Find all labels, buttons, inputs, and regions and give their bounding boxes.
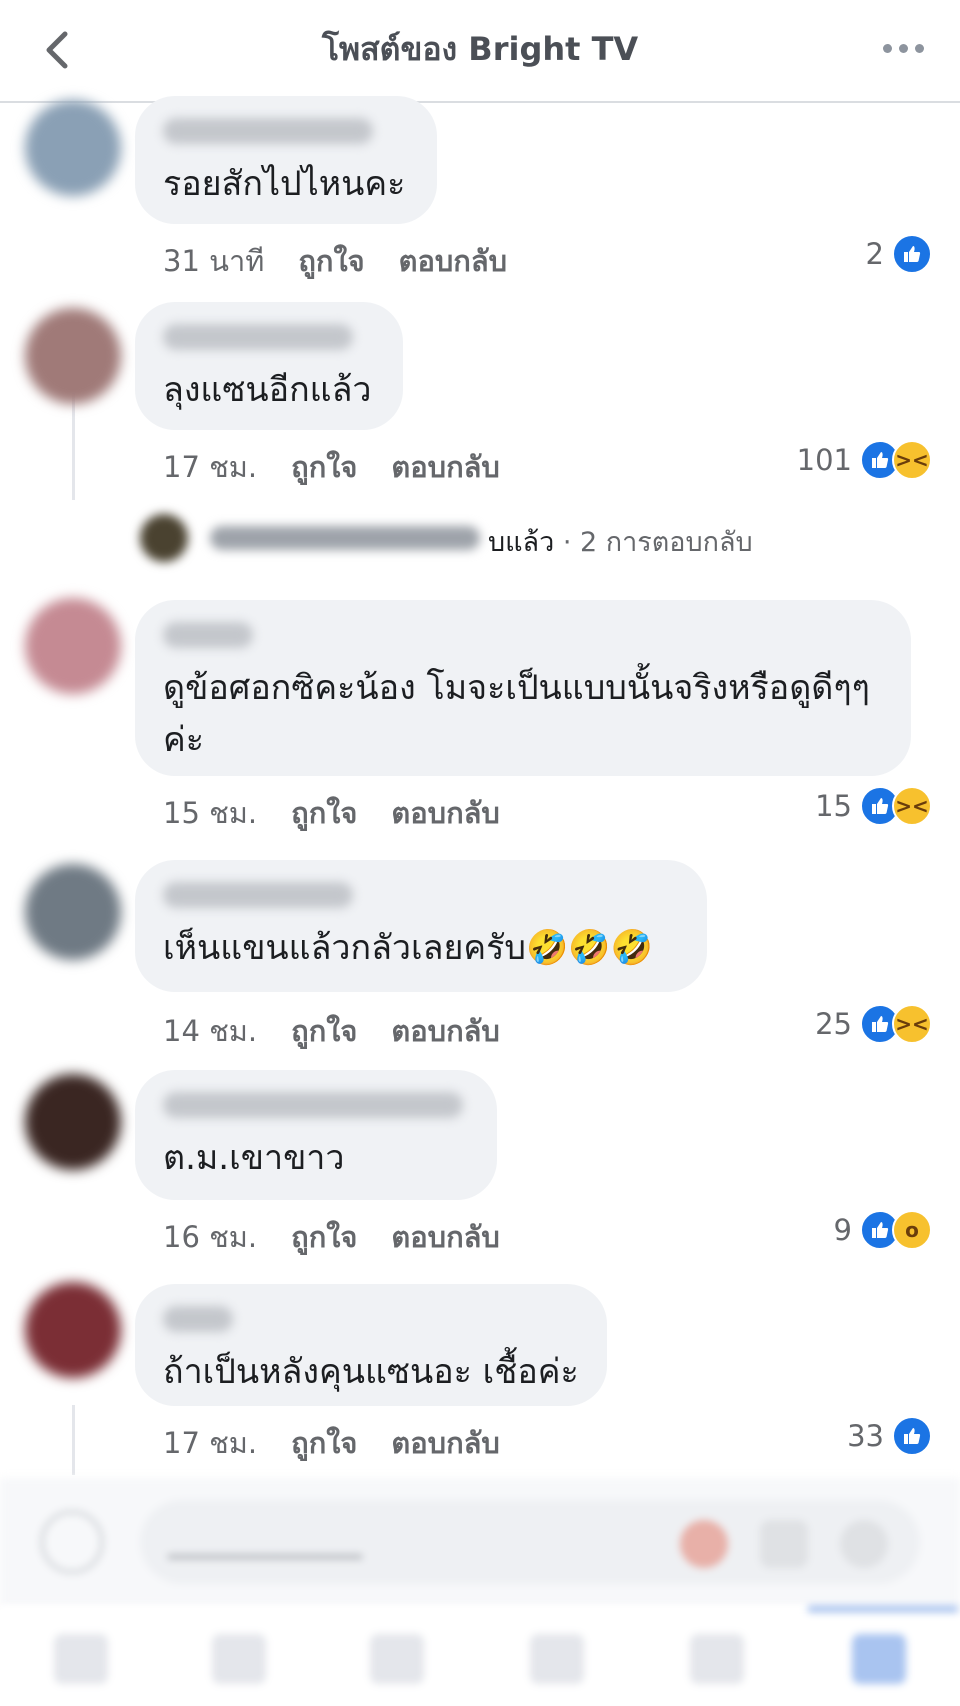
- author-name[interactable]: [163, 324, 353, 350]
- reply-avatar: [140, 514, 188, 562]
- comment-composer: ▁▁▁▁▁▁▁▁▁: [0, 1478, 960, 1606]
- comment-bubble[interactable]: ต.ม.เขาขาว: [135, 1070, 497, 1200]
- avatar[interactable]: [25, 598, 121, 694]
- home-icon[interactable]: [54, 1634, 108, 1684]
- author-name[interactable]: [163, 1092, 463, 1118]
- author-name[interactable]: [163, 118, 373, 144]
- comment-bubble[interactable]: เห็นแขนแล้วกลัวเลยครับ🤣🤣🤣: [135, 860, 707, 992]
- like-action[interactable]: ถูกใจ: [291, 444, 357, 490]
- laughing-face-icon: ><: [892, 440, 932, 480]
- laughing-face-icon: ><: [892, 786, 932, 826]
- avatar-sticker-icon[interactable]: [680, 1520, 728, 1568]
- like-action[interactable]: ถูกใจ: [291, 1420, 357, 1466]
- comment-text: ถ้าเป็นหลังคุนแซนอะ เชื้อค่ะ: [163, 1352, 579, 1392]
- page-title: โพสต์ของ Bright TV: [321, 30, 639, 68]
- reaction-count: 9: [833, 1213, 852, 1247]
- replies-preview[interactable]: บแล้ว · 2 การตอบกลับ: [140, 510, 840, 566]
- comment-time: 14 ชม.: [163, 1014, 258, 1048]
- comment-bubble[interactable]: ลุงแซนอีกแล้ว: [135, 302, 403, 430]
- avatar[interactable]: [25, 308, 121, 404]
- author-name[interactable]: [163, 622, 253, 648]
- reply-action[interactable]: ตอบกลับ: [391, 444, 499, 490]
- like-action[interactable]: ถูกใจ: [291, 1214, 357, 1260]
- comment-meta: 15 ชม. ถูกใจ ตอบกลับ: [163, 790, 500, 836]
- reaction-summary[interactable]: 9 o: [834, 1210, 932, 1250]
- comment-time: 31 นาที: [163, 244, 265, 278]
- comment-text: ดูข้อศอกซิคะน้อง โมจะเป็นแบบนั้นจริงหรือ…: [163, 668, 870, 760]
- thread-line: [72, 1405, 75, 1475]
- comment-bubble[interactable]: รอยสักไปไหนคะ: [135, 96, 437, 224]
- reaction-count: 33: [847, 1419, 884, 1453]
- reply-count: · 2 การตอบกลับ: [554, 527, 753, 558]
- author-name[interactable]: [163, 1306, 233, 1332]
- reply-preview-text: บแล้ว: [488, 527, 555, 558]
- top-bar: โพสต์ของ Bright TV: [0, 0, 960, 103]
- avatar[interactable]: [25, 864, 121, 960]
- avatar[interactable]: [25, 1282, 121, 1378]
- laughing-face-icon: ><: [892, 1004, 932, 1044]
- comment-input[interactable]: ▁▁▁▁▁▁▁▁▁: [140, 1500, 920, 1584]
- like-action[interactable]: ถูกใจ: [298, 238, 364, 284]
- avatar[interactable]: [25, 1074, 121, 1170]
- reaction-count: 25: [815, 1007, 852, 1041]
- menu-icon[interactable]: [852, 1634, 906, 1684]
- bottom-tab-bar: [0, 1606, 960, 1706]
- comment-meta: 16 ชม. ถูกใจ ตอบกลับ: [163, 1214, 500, 1260]
- active-tab-indicator: [808, 1606, 958, 1612]
- gif-icon[interactable]: [760, 1520, 808, 1568]
- comment-time: 17 ชม.: [163, 450, 258, 484]
- comment-bubble[interactable]: ดูข้อศอกซิคะน้อง โมจะเป็นแบบนั้นจริงหรือ…: [135, 600, 911, 776]
- reaction-summary[interactable]: 25 ><: [815, 1004, 932, 1044]
- like-action[interactable]: ถูกใจ: [291, 790, 357, 836]
- comment-text: เห็นแขนแล้วกลัวเลยครับ🤣🤣🤣: [163, 928, 653, 968]
- camera-icon[interactable]: [40, 1510, 104, 1574]
- comment-text: รอยสักไปไหนคะ: [163, 164, 406, 204]
- comment-bubble[interactable]: ถ้าเป็นหลังคุนแซนอะ เชื้อค่ะ: [135, 1284, 607, 1406]
- author-name[interactable]: [163, 882, 353, 908]
- reaction-summary[interactable]: 33: [847, 1416, 932, 1456]
- reaction-count: 2: [865, 237, 884, 271]
- comment-time: 15 ชม.: [163, 796, 258, 830]
- avatar[interactable]: [25, 100, 121, 196]
- reply-author: [210, 526, 480, 550]
- reply-action[interactable]: ตอบกลับ: [391, 1008, 499, 1054]
- reply-action[interactable]: ตอบกลับ: [391, 1420, 499, 1466]
- more-dots-icon: [882, 43, 892, 53]
- comment-meta: 31 นาที ถูกใจ ตอบกลับ: [163, 238, 507, 284]
- marketplace-icon[interactable]: [370, 1634, 424, 1684]
- thread-line: [72, 390, 75, 500]
- more-button[interactable]: [868, 26, 938, 70]
- reply-action[interactable]: ตอบกลับ: [391, 1214, 499, 1260]
- like-action[interactable]: ถูกใจ: [291, 1008, 357, 1054]
- comment-meta: 17 ชม. ถูกใจ ตอบกลับ: [163, 1420, 500, 1466]
- emoji-icon[interactable]: [840, 1520, 888, 1568]
- friends-icon[interactable]: [212, 1634, 266, 1684]
- comment-time: 16 ชม.: [163, 1220, 258, 1254]
- comment-meta: 14 ชม. ถูกใจ ตอบกลับ: [163, 1008, 500, 1054]
- reaction-count: 101: [796, 443, 852, 477]
- surprised-face-icon: o: [892, 1210, 932, 1250]
- reaction-count: 15: [815, 789, 852, 823]
- comment-text: ลุงแซนอีกแล้ว: [163, 370, 372, 410]
- comment-time: 17 ชม.: [163, 1426, 258, 1460]
- thumbs-up-icon: [892, 234, 932, 274]
- reply-action[interactable]: ตอบกลับ: [399, 238, 507, 284]
- thumbs-up-icon: [892, 1416, 932, 1456]
- comment-meta: 17 ชม. ถูกใจ ตอบกลับ: [163, 444, 500, 490]
- reaction-summary[interactable]: 2: [866, 234, 932, 274]
- input-placeholder-blur: ▁▁▁▁▁▁▁▁▁: [168, 1526, 362, 1559]
- notifications-icon[interactable]: [690, 1634, 744, 1684]
- groups-icon[interactable]: [530, 1634, 584, 1684]
- reaction-summary[interactable]: 15 ><: [815, 786, 932, 826]
- reaction-summary[interactable]: 101 ><: [797, 440, 932, 480]
- comment-text: ต.ม.เขาขาว: [163, 1138, 345, 1178]
- reply-action[interactable]: ตอบกลับ: [391, 790, 499, 836]
